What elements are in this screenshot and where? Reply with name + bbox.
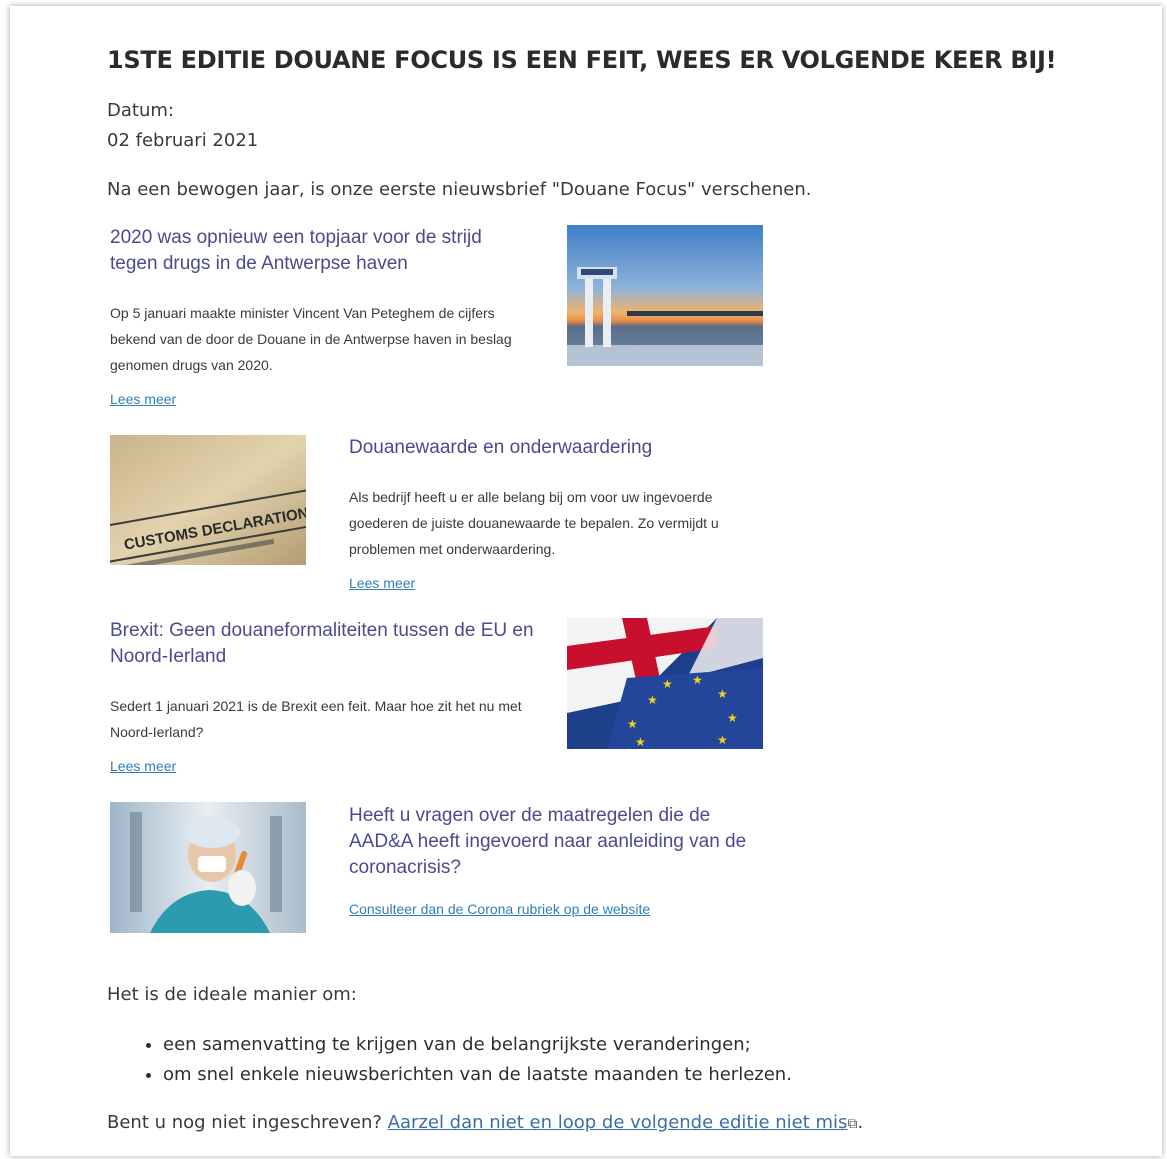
intro-text: Na een bewogen jaar, is onze eerste nieu… [107, 179, 812, 200]
svg-text:★: ★ [647, 693, 658, 707]
date-value: 02 februari 2021 [107, 130, 259, 151]
article-3-read-more-link[interactable]: Lees meer [110, 758, 176, 774]
page-title: 1STE EDITIE DOUANE FOCUS IS EEN FEIT, WE… [107, 46, 1057, 74]
newsletter-page: 1STE EDITIE DOUANE FOCUS IS EEN FEIT, WE… [10, 6, 1162, 1156]
svg-text:★: ★ [727, 711, 738, 725]
list-item: een samenvatting te krijgen van de belan… [163, 1030, 792, 1060]
harbor-sunset-image[interactable] [567, 225, 763, 366]
signup-end: . [857, 1112, 864, 1133]
article-2-title[interactable]: Douanewaarde en onderwaardering [349, 435, 769, 461]
article-3-text: Sedert 1 januari 2021 is de Brexit een f… [110, 698, 522, 740]
signup-line: Bent u nog niet ingeschreven? Aarzel dan… [107, 1112, 863, 1133]
ideal-intro: Het is de ideale manier om: [107, 984, 357, 1005]
article-2-text: Als bedrijf heeft u er alle belang bij o… [349, 489, 719, 557]
list-item: om snel enkele nieuwsberichten van de la… [163, 1060, 792, 1090]
article-3-title[interactable]: Brexit: Geen douaneformaliteiten tussen … [110, 618, 540, 670]
article-1-title[interactable]: 2020 was opnieuw een topjaar voor de str… [110, 225, 530, 277]
svg-text:★: ★ [662, 677, 673, 691]
svg-text:★: ★ [717, 733, 728, 747]
signup-link[interactable]: Aarzel dan niet en loop de volgende edit… [388, 1112, 848, 1133]
customs-declaration-image[interactable]: CUSTOMS DECLARATION [110, 435, 306, 565]
benefits-list: een samenvatting te krijgen van de belan… [107, 1030, 792, 1090]
date-label: Datum: [107, 100, 174, 121]
corona-section-link[interactable]: Consulteer dan de Corona rubriek op de w… [349, 901, 650, 917]
article-1-read-more-link[interactable]: Lees meer [110, 391, 176, 407]
article-1-text: Op 5 januari maakte minister Vincent Van… [110, 305, 512, 373]
svg-text:★: ★ [717, 687, 728, 701]
external-link-icon: ⧉ [847, 1116, 858, 1132]
article-2-read-more-link[interactable]: Lees meer [349, 575, 415, 591]
flags-image[interactable]: ★ ★ ★ ★ ★ ★ ★ ★ [567, 618, 763, 749]
article-4-title: Heeft u vragen over de maatregelen die d… [349, 805, 747, 878]
svg-text:★: ★ [692, 673, 703, 687]
svg-text:★: ★ [627, 717, 638, 731]
svg-text:★: ★ [635, 735, 646, 749]
signup-question: Bent u nog niet ingeschreven? [107, 1112, 382, 1133]
lab-worker-image[interactable] [110, 802, 306, 933]
